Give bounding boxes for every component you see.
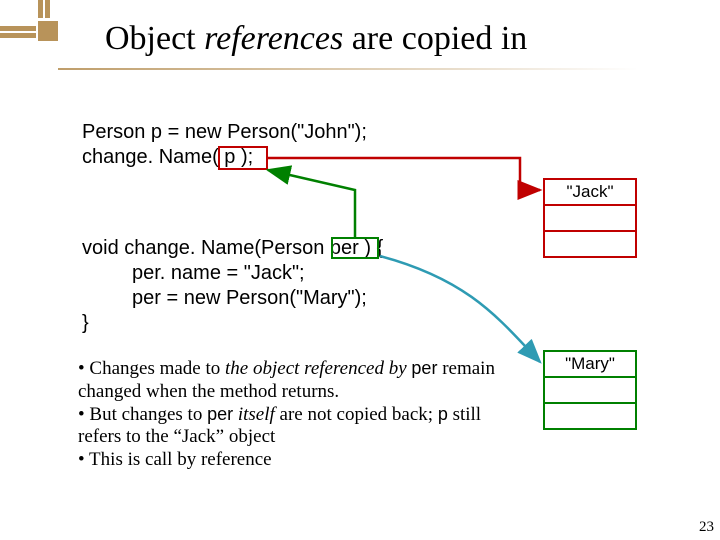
jack-cell-3 [544,231,636,257]
deco-underline [58,68,638,70]
jack-cell-1: "Jack" [544,179,636,205]
b3-b: call by reference [145,449,272,470]
b1-a: • Changes made to [78,358,225,379]
code-line-1: Person p = new Person("John"); [82,120,367,145]
method-sig-a: void change. Name(Person [82,237,330,259]
mary-cell-2 [544,377,636,403]
param-per-highlight-box [331,237,379,259]
deco-vertical-2 [45,0,50,18]
code-line-2a: change. Name( [82,146,224,168]
title-italic: references [204,20,343,57]
arrow-per-to-p [268,170,355,237]
title-part-3: are copied in [343,20,527,57]
b2-c: itself [233,404,275,425]
method-line-3: per = new Person("Mary"); [82,286,383,311]
bullet-1: • Changes made to the object referenced … [78,358,498,404]
deco-vertical-1 [38,0,43,18]
bullet-2: • But changes to per itself are not copi… [78,404,498,450]
b3-a: • This is [78,449,145,470]
b1-b: the object referenced by [225,358,411,379]
deco-horizontal-1 [0,26,36,31]
mary-cell-3 [544,403,636,429]
b2-a: • But changes to [78,404,207,425]
method-line-2: per. name = "Jack"; [82,261,383,286]
arg-p-highlight-box [218,146,268,170]
bullet-3: • This is call by reference [78,449,498,472]
deco-square [38,21,58,41]
method-line-4: } [82,311,383,336]
b2-d: are not copied back; [275,404,438,425]
bullet-list: • Changes made to the object referenced … [78,358,498,472]
object-mary: "Mary" [543,350,637,430]
object-jack: "Jack" [543,178,637,258]
b2-per: per [207,404,233,424]
arrow-per-to-mary [380,256,540,362]
mary-cell-1: "Mary" [544,351,636,377]
slide-title: Object references are copied in [105,20,527,58]
title-part-1: Object [105,20,204,57]
page-number: 23 [699,519,714,536]
b1-per: per [411,358,437,378]
deco-horizontal-2 [0,33,36,38]
b2-p: p [438,404,448,424]
jack-cell-2 [544,205,636,231]
